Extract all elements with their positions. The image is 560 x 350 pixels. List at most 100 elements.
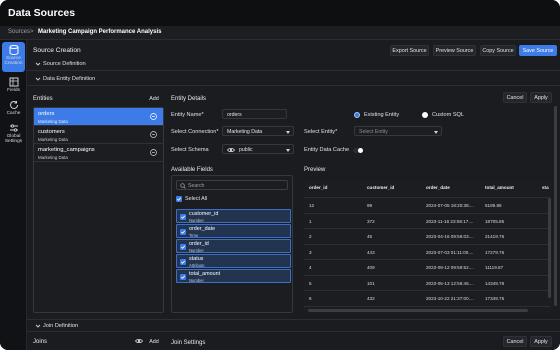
rail-item-cache[interactable]: Cache [2,97,25,119]
column-header[interactable]: customer_id [367,185,394,190]
fields-icon [9,77,18,87]
cancel-button[interactable]: Cancel [503,92,527,103]
database-icon [9,45,18,55]
field-name: status [189,256,204,262]
breadcrumb: Sources > Marketing Campaign Performance… [0,26,560,40]
field-item-order-id[interactable]: order_id Number [176,239,291,253]
save-source-button[interactable]: Save Source [519,45,557,56]
field-item-customer-id[interactable]: customer_id Number [176,209,291,223]
field-checkbox[interactable] [180,274,186,280]
check-icon [180,260,186,264]
preview-table: order_id customer_id order_date total_am… [304,181,552,314]
check-icon [180,215,186,219]
rail-item-source-creation[interactable]: Source Creation [2,42,25,72]
eye-icon[interactable] [227,147,235,153]
preview-horizontal-scrollbar[interactable] [308,309,528,312]
caret-down-icon [434,131,438,134]
section-data-entity-definition[interactable]: Data Entity Definition [27,73,560,86]
preview-source-button[interactable]: Preview Source [433,45,476,56]
entity-sub: Marketing Data [38,137,68,142]
rail-label-cache: Cache [6,111,21,116]
joins-title: Joins [33,339,48,345]
column-header[interactable]: sta [542,185,549,190]
field-checkbox[interactable] [180,244,186,250]
entity-name: orders [38,111,55,117]
section-label: Join Definition [43,323,79,329]
entity-item-customers[interactable]: customers Marketing Data [34,126,163,144]
schema-select[interactable]: public [222,144,294,154]
remove-icon[interactable] [150,113,157,120]
add-entity-button[interactable]: Add [145,93,163,104]
field-item-order-date[interactable]: order_date Time [176,224,291,238]
table-row[interactable]: 3 443 2023-07-03 01:11:00.... 17279.76 [304,245,550,260]
table-cell: 2 [309,234,312,239]
entity-item-orders[interactable]: orders Marketing Data [34,108,163,126]
check-icon [180,230,186,234]
join-apply-button[interactable]: Apply [530,336,552,347]
entity-select[interactable]: Select Entity [354,126,442,136]
main-vertical-scrollbar[interactable] [554,106,557,306]
field-item-status[interactable]: status Attribute [176,254,291,268]
eye-icon[interactable] [135,338,143,344]
entity-name-field[interactable]: orders [222,109,287,119]
table-cell: 45 [367,234,373,239]
rail-item-global-settings[interactable]: Global Settings [2,120,25,146]
page-title: Source Creation [33,47,81,54]
column-header[interactable]: order_date [426,185,450,190]
table-cell: 14349.78 [485,280,505,286]
table-cell: 2024-07-05 18:20:38.... [426,203,474,208]
table-row[interactable]: 12 99 2024-07-05 18:20:38.... 6189.86 [304,198,550,214]
field-type: Number [189,218,204,223]
remove-icon[interactable] [150,149,157,156]
chevron-down-icon [35,62,41,66]
column-header[interactable]: order_id [309,185,327,190]
table-cell: 3 [309,249,312,255]
search-input[interactable]: Search [176,180,288,190]
refresh-icon [9,100,18,109]
preview-vertical-scrollbar[interactable] [548,198,551,298]
connection-select[interactable]: Marketing Data [222,126,294,136]
field-checkbox[interactable] [180,229,186,235]
existing-entity-radio[interactable] [354,112,360,118]
breadcrumb-current: Marketing Campaign Performance Analysis [38,29,162,35]
export-source-button[interactable]: Export Source [390,45,429,56]
table-cell: 101 [367,280,375,286]
field-name: total_amount [189,271,221,277]
join-cancel-button[interactable]: Cancel [503,336,527,347]
entities-title: Entities [33,96,53,102]
table-cell: 1 [309,218,312,224]
copy-source-button[interactable]: Copy Source [480,45,516,56]
entity-name: marketing_campaigns [38,147,95,153]
breadcrumb-root[interactable]: Sources [8,29,30,35]
section-source-definition[interactable]: Source Definition [27,58,560,71]
table-row[interactable]: 4 409 2023-09-12 09:59:52.... 11119.87 [304,260,550,276]
add-join-button[interactable]: Add [145,336,163,347]
table-row[interactable]: 2 45 2023-04-16 09:56:03.... 21419.76 [304,229,550,245]
table-cell: 409 [367,265,375,270]
custom-sql-radio[interactable] [422,112,428,118]
remove-icon[interactable] [150,131,157,138]
entity-item-marketing-campaigns[interactable]: marketing_campaigns Marketing Data [34,144,163,162]
select-schema-label: Select Schema [171,147,209,153]
select-all-label: Select All [185,196,208,202]
field-checkbox[interactable] [180,214,186,220]
field-checkbox[interactable] [180,259,186,265]
table-cell: 6 [309,296,312,301]
entity-list: orders Marketing Data customers Marketin… [33,107,164,313]
select-all-checkbox[interactable] [176,196,182,202]
toggle-knob [358,148,363,153]
table-row[interactable]: 5 101 2023-05-13 12:56:46.... 14349.78 [304,276,550,291]
rail-item-fields[interactable]: Fields [2,74,25,96]
table-cell: 5 [309,280,312,286]
check-icon [180,275,186,279]
section-label: Data Entity Definition [43,76,96,82]
settings-icon [9,124,18,132]
field-item-total-amount[interactable]: total_amount Number [176,269,291,283]
entity-cache-toggle[interactable] [353,148,363,153]
section-join-definition[interactable]: Join Definition [27,319,560,332]
apply-button[interactable]: Apply [530,92,552,103]
column-header[interactable]: total_amount [485,185,514,190]
table-row[interactable]: 6 432 2023-10-22 21:37:00.... 17349.75 [304,291,550,307]
table-row[interactable]: 1 372 2023-11-16 23:59:17.... 18705.85 [304,214,550,229]
existing-entity-label: Existing Entity [364,112,400,118]
